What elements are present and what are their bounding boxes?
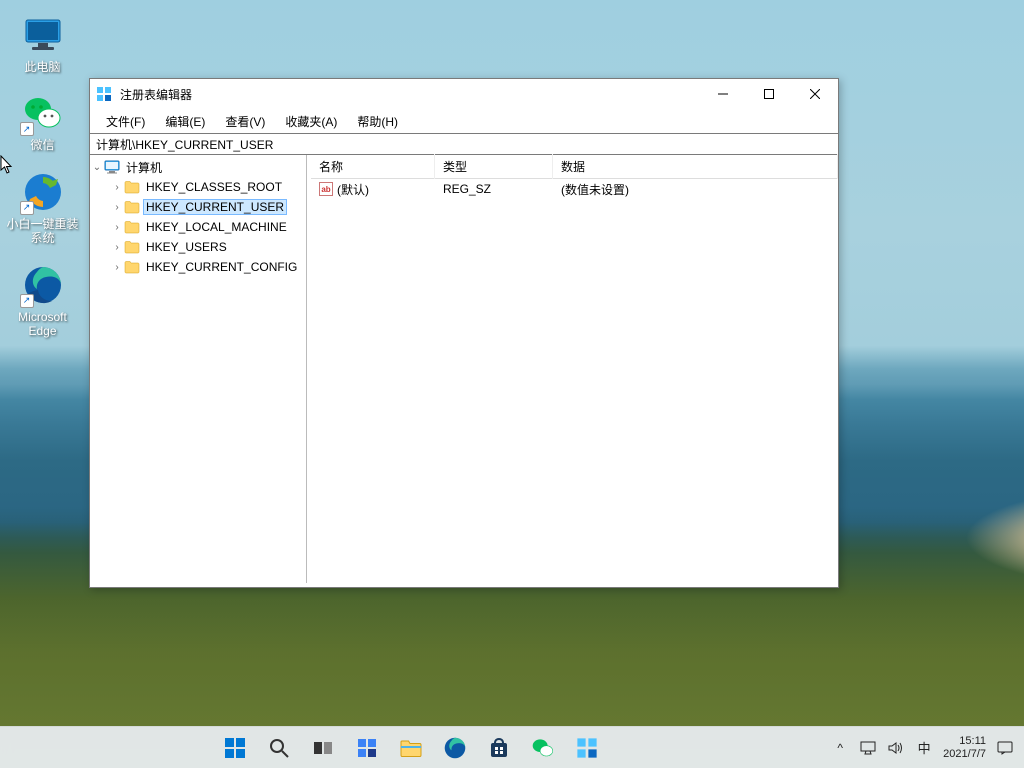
title-controls — [700, 79, 838, 109]
computer-icon — [104, 159, 120, 175]
explorer-icon — [399, 737, 423, 759]
wechat-icon — [531, 736, 555, 760]
taskbar: ^ 中 15:11 2021/7/7 — [0, 726, 1024, 768]
wechat-icon: ↗ — [22, 92, 64, 134]
list-header: 名称 类型 数据 — [311, 155, 838, 179]
xiaobai-icon: ↗ — [22, 171, 64, 213]
value-row[interactable]: ab(默认)REG_SZ(数值未设置) — [311, 179, 838, 199]
column-type[interactable]: 类型 — [435, 154, 553, 179]
taskbar-edge-button[interactable] — [436, 729, 474, 767]
menu-item-1[interactable]: 编辑(E) — [155, 110, 215, 133]
string-value-icon: ab — [319, 182, 333, 196]
column-data[interactable]: 数据 — [553, 154, 838, 179]
store-icon — [488, 737, 510, 759]
search-icon — [268, 737, 290, 759]
titlebar[interactable]: 注册表编辑器 — [90, 79, 838, 109]
expand-icon[interactable]: › — [110, 222, 124, 233]
clock[interactable]: 15:11 2021/7/7 — [943, 735, 986, 760]
menu-item-2[interactable]: 查看(V) — [215, 110, 275, 133]
volume-icon[interactable] — [887, 739, 905, 757]
folder-icon — [124, 259, 140, 275]
folder-icon — [124, 239, 140, 255]
menu-item-3[interactable]: 收藏夹(A) — [275, 110, 347, 133]
desktop-icon-edge[interactable]: ↗ Microsoft Edge — [5, 260, 80, 343]
tree-item-label: HKEY_CURRENT_USER — [144, 200, 286, 214]
collapse-icon[interactable]: ⌄ — [90, 162, 104, 173]
window-body: ⌄ 计算机 › HKEY_CLASSES_ROOT › HKEY_CURRENT_US… — [90, 155, 838, 583]
tree-item-hkey-local-machine[interactable]: › HKEY_LOCAL_MACHINE — [110, 217, 306, 237]
tree-pane[interactable]: ⌄ 计算机 › HKEY_CLASSES_ROOT › HKEY_CURRENT_US… — [90, 155, 307, 583]
shortcut-arrow-icon: ↗ — [20, 201, 34, 215]
clock-date: 2021/7/7 — [943, 748, 986, 761]
expand-icon[interactable]: › — [110, 262, 124, 273]
tree-root[interactable]: ⌄ 计算机 — [90, 157, 306, 177]
desktop-icon-label: 小白一键重装系统 — [5, 217, 80, 246]
desktop-icon-label: 此电脑 — [24, 60, 60, 74]
menu-item-0[interactable]: 文件(F) — [96, 110, 155, 133]
tree-item-hkey-current-user[interactable]: › HKEY_CURRENT_USER — [110, 197, 306, 217]
taskbar-taskview-button[interactable] — [304, 729, 342, 767]
ime-indicator[interactable]: 中 — [915, 739, 933, 757]
window-title: 注册表编辑器 — [120, 86, 700, 103]
taskbar-explorer-button[interactable] — [392, 729, 430, 767]
menu-item-4[interactable]: 帮助(H) — [347, 110, 408, 133]
folder-icon — [124, 179, 140, 195]
value-data-cell: (数值未设置) — [553, 181, 838, 198]
taskbar-search-button[interactable] — [260, 729, 298, 767]
tree-item-label: HKEY_CURRENT_CONFIG — [144, 260, 299, 274]
tree-item-label: HKEY_LOCAL_MACHINE — [144, 220, 289, 234]
pc-icon — [22, 14, 64, 56]
tree-root-label: 计算机 — [124, 159, 164, 176]
column-name[interactable]: 名称 — [311, 154, 435, 179]
minimize-button[interactable] — [700, 79, 746, 109]
shortcut-arrow-icon: ↗ — [20, 294, 34, 308]
status-bar — [90, 583, 838, 587]
expand-icon[interactable]: › — [110, 202, 124, 213]
folder-icon — [124, 219, 140, 235]
close-button[interactable] — [792, 79, 838, 109]
taskbar-store-button[interactable] — [480, 729, 518, 767]
regedit-window: 注册表编辑器 文件(F)编辑(E)查看(V)收藏夹(A)帮助(H) ⌄ 计算机 … — [89, 78, 839, 588]
maximize-button[interactable] — [746, 79, 792, 109]
regedit-icon — [96, 86, 112, 102]
taskview-icon — [312, 737, 334, 759]
tree-item-hkey-classes-root[interactable]: › HKEY_CLASSES_ROOT — [110, 177, 306, 197]
system-tray: ^ 中 15:11 2021/7/7 — [821, 735, 1024, 760]
regedit-icon — [576, 737, 598, 759]
value-type-cell: REG_SZ — [435, 182, 553, 196]
address-bar[interactable] — [90, 133, 838, 155]
list-pane[interactable]: 名称 类型 数据 ab(默认)REG_SZ(数值未设置) — [311, 155, 838, 583]
edge-icon: ↗ — [22, 264, 64, 306]
edge-icon — [443, 736, 467, 760]
value-name-cell: ab(默认) — [311, 181, 435, 198]
shortcut-arrow-icon: ↗ — [20, 122, 34, 136]
clock-time: 15:11 — [943, 735, 986, 748]
expand-icon[interactable]: › — [110, 182, 124, 193]
notifications-button[interactable] — [996, 739, 1014, 757]
taskbar-wechat-button[interactable] — [524, 729, 562, 767]
taskbar-start-button[interactable] — [216, 729, 254, 767]
desktop-icons: 此电脑 ↗ 微信 ↗ 小白一键重装系统 ↗ Microsoft Edge — [5, 10, 80, 342]
menubar: 文件(F)编辑(E)查看(V)收藏夹(A)帮助(H) — [90, 109, 838, 133]
desktop-icon-xiaobai[interactable]: ↗ 小白一键重装系统 — [5, 167, 80, 250]
desktop[interactable]: 此电脑 ↗ 微信 ↗ 小白一键重装系统 ↗ Microsoft Edge 注册表编辑器 文件… — [0, 0, 1024, 768]
tree-item-label: HKEY_USERS — [144, 240, 229, 254]
tray-overflow-button[interactable]: ^ — [831, 739, 849, 757]
tree-item-hkey-users[interactable]: › HKEY_USERS — [110, 237, 306, 257]
taskbar-center — [0, 729, 821, 767]
desktop-icon-label: Microsoft Edge — [5, 310, 80, 339]
tree-item-hkey-current-config[interactable]: › HKEY_CURRENT_CONFIG — [110, 257, 306, 277]
desktop-icon-wechat[interactable]: ↗ 微信 — [5, 88, 80, 156]
taskbar-widgets-button[interactable] — [348, 729, 386, 767]
taskbar-regedit-button[interactable] — [568, 729, 606, 767]
folder-icon — [124, 199, 140, 215]
network-icon[interactable] — [859, 739, 877, 757]
widgets-icon — [356, 737, 378, 759]
desktop-icon-this-pc[interactable]: 此电脑 — [5, 10, 80, 78]
tree-item-label: HKEY_CLASSES_ROOT — [144, 180, 284, 194]
expand-icon[interactable]: › — [110, 242, 124, 253]
desktop-icon-label: 微信 — [30, 138, 54, 152]
start-icon — [223, 736, 247, 760]
